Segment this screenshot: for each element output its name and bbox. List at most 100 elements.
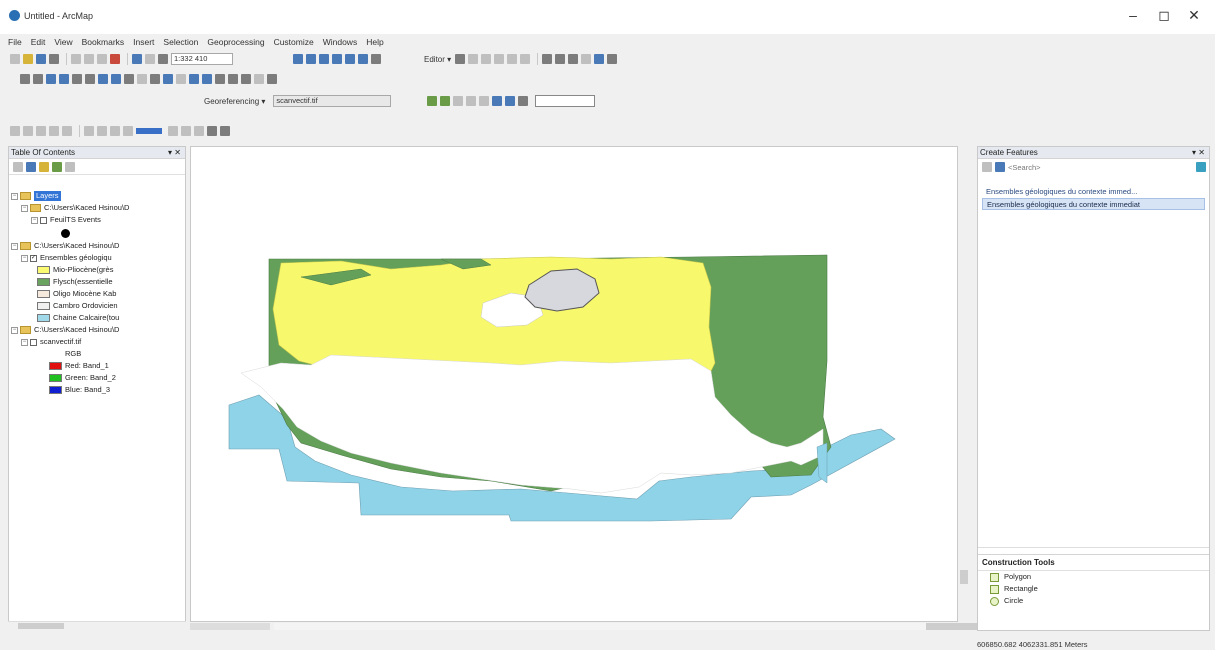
- color-swatch[interactable]: [136, 128, 162, 134]
- feature-layer-row[interactable]: − FeuilTS Events: [31, 215, 101, 225]
- group2-path[interactable]: C:\Users\Kaced Hsinou\D: [34, 241, 119, 251]
- close-button[interactable]: ✕: [1184, 7, 1204, 24]
- go-to-xy-icon[interactable]: [241, 74, 251, 84]
- fixed-zoom-out-icon[interactable]: [85, 74, 95, 84]
- filter-icon[interactable]: [995, 162, 1005, 172]
- layer-visibility-checkbox[interactable]: [30, 338, 37, 346]
- effects-icon-1[interactable]: [10, 126, 20, 136]
- collapse-toggle[interactable]: −: [11, 192, 18, 200]
- map-canvas[interactable]: [191, 147, 958, 622]
- scrollbar-thumb[interactable]: [960, 570, 968, 584]
- layout-view-buttons[interactable]: [190, 622, 270, 630]
- viewer-icon[interactable]: [505, 96, 516, 106]
- effects-icon-4[interactable]: [49, 126, 59, 136]
- legend-item[interactable]: Flysch(essentielle: [37, 277, 113, 287]
- minimize-button[interactable]: –: [1123, 7, 1143, 23]
- feature-layer-name[interactable]: FeuilTS Events: [50, 215, 101, 225]
- shift-icon[interactable]: [440, 96, 451, 106]
- open-icon[interactable]: [23, 54, 33, 64]
- tool-label[interactable]: Rectangle: [1004, 583, 1038, 595]
- editor-menu[interactable]: Editor ▾: [424, 55, 451, 64]
- group2-row[interactable]: − C:\Users\Kaced Hsinou\D: [11, 241, 119, 251]
- band-label[interactable]: Green: Band_2: [65, 373, 116, 383]
- edit-tool-icon[interactable]: [455, 54, 466, 64]
- collapse-toggle[interactable]: −: [11, 242, 18, 250]
- raster-layer-row[interactable]: − scanvectif.tif: [21, 337, 81, 347]
- band-item[interactable]: Blue: Band_3: [49, 385, 110, 395]
- delete-icon[interactable]: [110, 54, 120, 64]
- layers-row[interactable]: − Layers: [11, 191, 61, 201]
- map-horizontal-scrollbar[interactable]: [274, 622, 988, 630]
- python-icon[interactable]: [358, 54, 368, 64]
- georeferencing-menu[interactable]: Georeferencing ▾: [204, 97, 265, 106]
- collapse-toggle[interactable]: −: [31, 216, 38, 224]
- attributes-icon[interactable]: [568, 54, 579, 64]
- band-item[interactable]: Green: Band_2: [49, 373, 116, 383]
- effects-icon-2[interactable]: [23, 126, 33, 136]
- georef-options-icon[interactable]: [518, 96, 529, 106]
- select-elements-icon[interactable]: [150, 74, 160, 84]
- create-features-icon[interactable]: [594, 54, 605, 64]
- scale-icon[interactable]: [453, 96, 464, 106]
- save-icon[interactable]: [36, 54, 46, 64]
- effects-icon-8[interactable]: [110, 126, 120, 136]
- effects-icon-3[interactable]: [36, 126, 46, 136]
- copy-icon[interactable]: [84, 54, 94, 64]
- viewer-window-icon[interactable]: [267, 74, 277, 84]
- create-features-pin-close[interactable]: ▾ ✕: [1192, 147, 1205, 159]
- pan-icon[interactable]: [46, 74, 56, 84]
- raster-layer-name[interactable]: scanvectif.tif: [40, 337, 81, 347]
- model-builder-icon[interactable]: [371, 54, 381, 64]
- search-icon[interactable]: [1196, 162, 1206, 172]
- panel-splitter[interactable]: [978, 547, 1209, 554]
- effects-icon-5[interactable]: [62, 126, 72, 136]
- straight-segment-icon[interactable]: [481, 54, 492, 64]
- redo-icon[interactable]: [145, 54, 155, 64]
- legend-item[interactable]: Oligo Miocène Kab: [37, 289, 116, 299]
- catalog-icon[interactable]: [319, 54, 329, 64]
- group1-row[interactable]: − C:\Users\Kaced Hsinou\D: [21, 203, 129, 213]
- identify-icon[interactable]: [163, 74, 173, 84]
- editor-options-icon[interactable]: [607, 54, 618, 64]
- find-route-icon[interactable]: [228, 74, 238, 84]
- map-scale-input[interactable]: 1:332 410: [171, 53, 233, 65]
- forward-extent-icon[interactable]: [111, 74, 121, 84]
- menu-insert[interactable]: Insert: [133, 37, 154, 49]
- select-features-icon[interactable]: [124, 74, 134, 84]
- editor-toolbar-icon[interactable]: [293, 54, 303, 64]
- trace-icon[interactable]: [507, 54, 518, 64]
- menu-windows[interactable]: Windows: [323, 37, 357, 49]
- auto-register-icon[interactable]: [479, 96, 490, 106]
- tool-circle[interactable]: Circle: [978, 595, 1209, 607]
- layers-label[interactable]: Layers: [34, 191, 61, 201]
- new-map-icon[interactable]: [10, 54, 20, 64]
- print-icon[interactable]: [49, 54, 59, 64]
- effects-icon-14[interactable]: [220, 126, 230, 136]
- full-extent-icon[interactable]: [59, 74, 69, 84]
- legend-label[interactable]: Cambro Ordovicien: [53, 301, 118, 311]
- collapse-toggle[interactable]: −: [21, 204, 28, 212]
- effects-icon-13[interactable]: [207, 126, 217, 136]
- edit-annotation-icon[interactable]: [468, 54, 479, 64]
- menu-view[interactable]: View: [54, 37, 72, 49]
- tool-label[interactable]: Polygon: [1004, 571, 1031, 583]
- maximize-button[interactable]: ◻: [1154, 7, 1174, 24]
- legend-item[interactable]: Mio-Pliocène(grès: [37, 265, 113, 275]
- band-label[interactable]: Blue: Band_3: [65, 385, 110, 395]
- geo-layer-row[interactable]: − ✓ Ensembles géologiqu: [21, 253, 112, 263]
- clear-selection-icon[interactable]: [137, 74, 147, 84]
- html-popup-icon[interactable]: [189, 74, 199, 84]
- hyperlink-icon[interactable]: [176, 74, 186, 84]
- geo-layer-name[interactable]: Ensembles géologiqu: [40, 253, 112, 263]
- legend-label[interactable]: Oligo Miocène Kab: [53, 289, 116, 299]
- add-control-points-icon[interactable]: [466, 96, 477, 106]
- scrollbar-thumb[interactable]: [18, 623, 64, 629]
- band-label[interactable]: Red: Band_1: [65, 361, 109, 371]
- map-view[interactable]: [190, 146, 958, 622]
- legend-item[interactable]: Cambro Ordovicien: [37, 301, 118, 311]
- rotate-georef-icon[interactable]: [427, 96, 438, 106]
- group1-path[interactable]: C:\Users\Kaced Hsinou\D: [44, 203, 129, 213]
- band-item[interactable]: Red: Band_1: [49, 361, 109, 371]
- tool-rectangle[interactable]: Rectangle: [978, 583, 1209, 595]
- legend-label[interactable]: Chaine Calcaire(tou: [53, 313, 119, 323]
